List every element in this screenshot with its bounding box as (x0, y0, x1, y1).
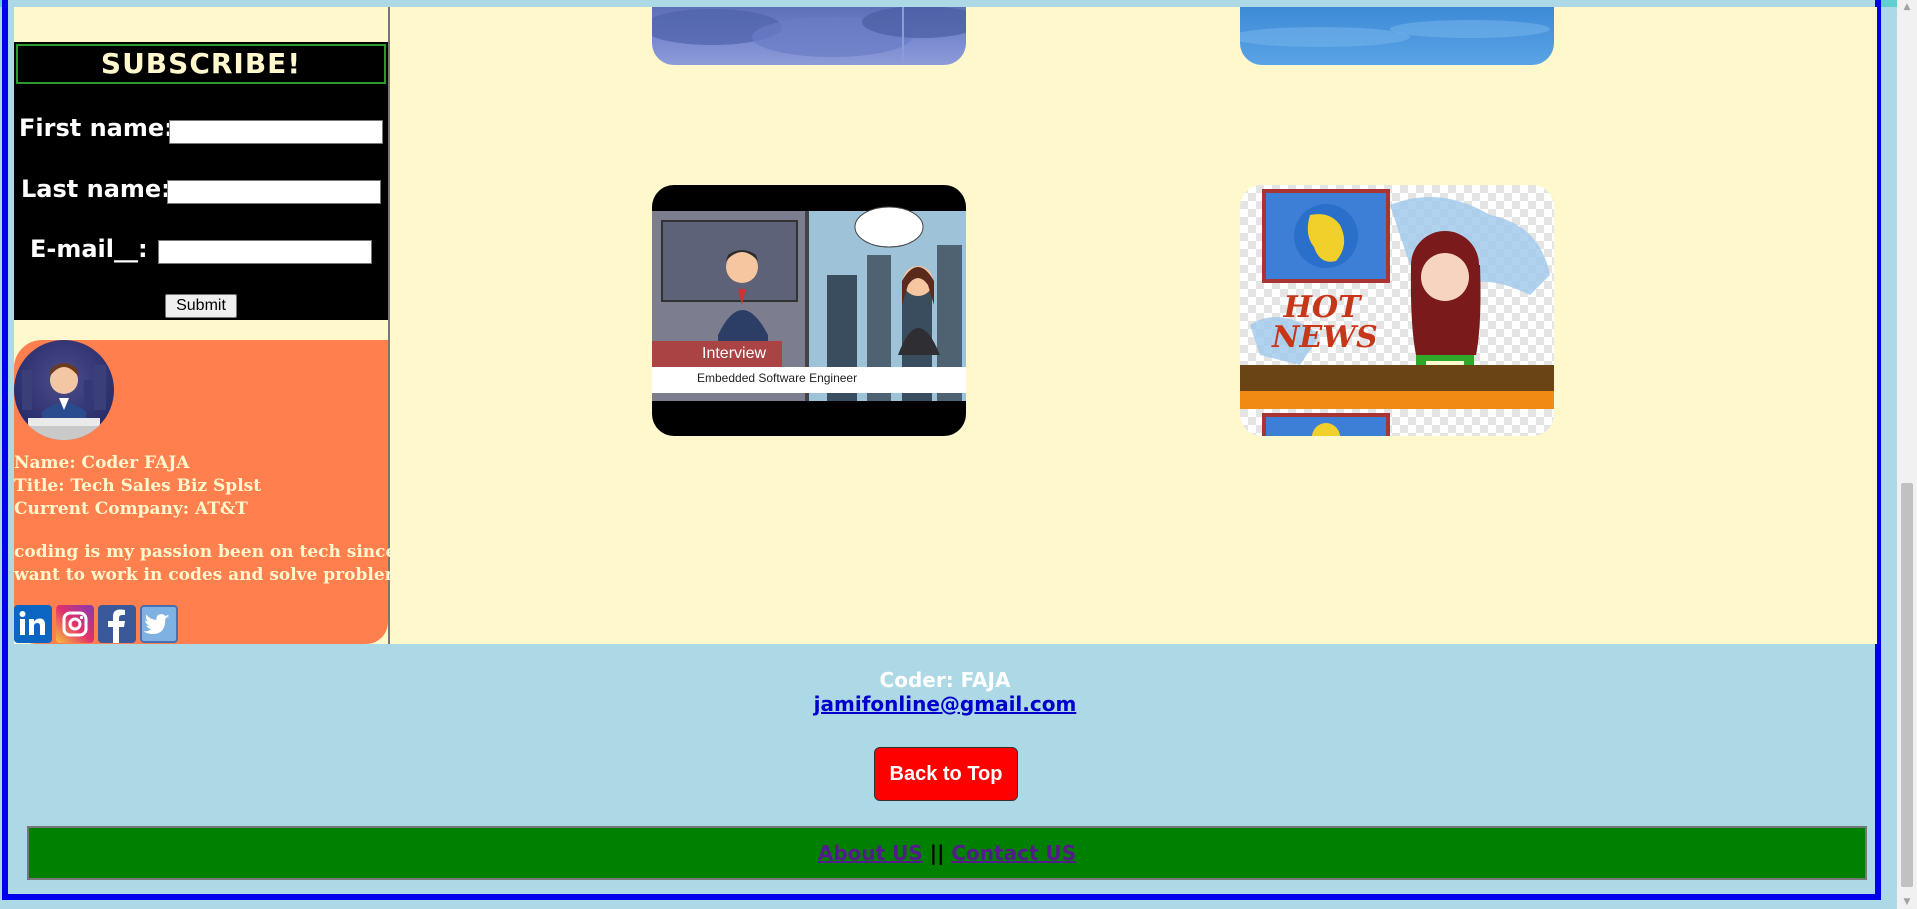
footer-email-link[interactable]: jamifonline@gmail.com (814, 692, 1077, 716)
about-us-link[interactable]: About US (818, 841, 923, 865)
twitter-icon[interactable] (140, 605, 178, 643)
link-separator: || (929, 841, 945, 865)
footer-links-bar: About US || Contact US (27, 826, 1867, 880)
profile-name: Name: Coder FAJA (14, 453, 190, 473)
blue-sky-image (1240, 7, 1554, 65)
storm-cloud-image (652, 7, 966, 65)
hot-news-headline: HOT NEWS (1272, 290, 1378, 355)
profile-bio-line2: want to work in codes and solve problems (14, 565, 413, 585)
news-anchor-avatar-icon (22, 363, 106, 440)
instagram-icon[interactable] (56, 605, 94, 643)
interview-caption: Interview (702, 345, 767, 362)
profile-bio-line1: coding is my passion been on tech since … (14, 542, 426, 562)
avatar (14, 340, 114, 440)
scroll-down-icon[interactable]: ▼ (1897, 895, 1917, 909)
hot-news-line2: NEWS (1272, 320, 1378, 355)
interview-video-thumbnail[interactable]: Interview Embedded Software Engineer (652, 185, 966, 436)
linkedin-icon[interactable] (14, 605, 52, 643)
scroll-up-icon[interactable]: ▲ (1897, 0, 1917, 14)
sidebar: SUBSCRIBE! First name: Last name: E-mail… (14, 7, 426, 644)
subscribe-form: SUBSCRIBE! First name: Last name: E-mail… (14, 42, 388, 320)
email-field[interactable] (158, 240, 372, 264)
scrollbar-thumb[interactable] (1901, 483, 1913, 887)
email-label: E-mail__: (30, 235, 148, 263)
facebook-icon[interactable] (98, 605, 136, 643)
first-name-label: First name: (19, 114, 174, 142)
footer-email-wrapper: jamifonline@gmail.com (0, 692, 1890, 716)
last-name-field[interactable] (167, 180, 381, 204)
main-content: Interview Embedded Software Engineer HOT… (390, 7, 1877, 644)
interview-subcaption: Embedded Software Engineer (697, 371, 858, 385)
first-name-field[interactable] (169, 120, 383, 144)
footer-coder: Coder: FAJA (879, 668, 1011, 692)
submit-button[interactable]: Submit (165, 294, 237, 318)
profile-card: Name: Coder FAJA Title: Tech Sales Biz S… (14, 340, 426, 644)
profile-company: Current Company: AT&T (14, 499, 248, 519)
page-scrollbar[interactable]: ▲ ▼ (1897, 0, 1917, 909)
subscribe-title: SUBSCRIBE! (16, 44, 386, 84)
hot-news-line1: HOT (1283, 290, 1361, 325)
back-to-top-button[interactable]: Back to Top (874, 747, 1018, 801)
last-name-label: Last name: (21, 175, 171, 203)
hot-news-thumbnail[interactable]: HOT NEWS (1240, 185, 1554, 436)
profile-title: Title: Tech Sales Biz Splst (14, 476, 262, 496)
contact-us-link[interactable]: Contact US (951, 841, 1076, 865)
